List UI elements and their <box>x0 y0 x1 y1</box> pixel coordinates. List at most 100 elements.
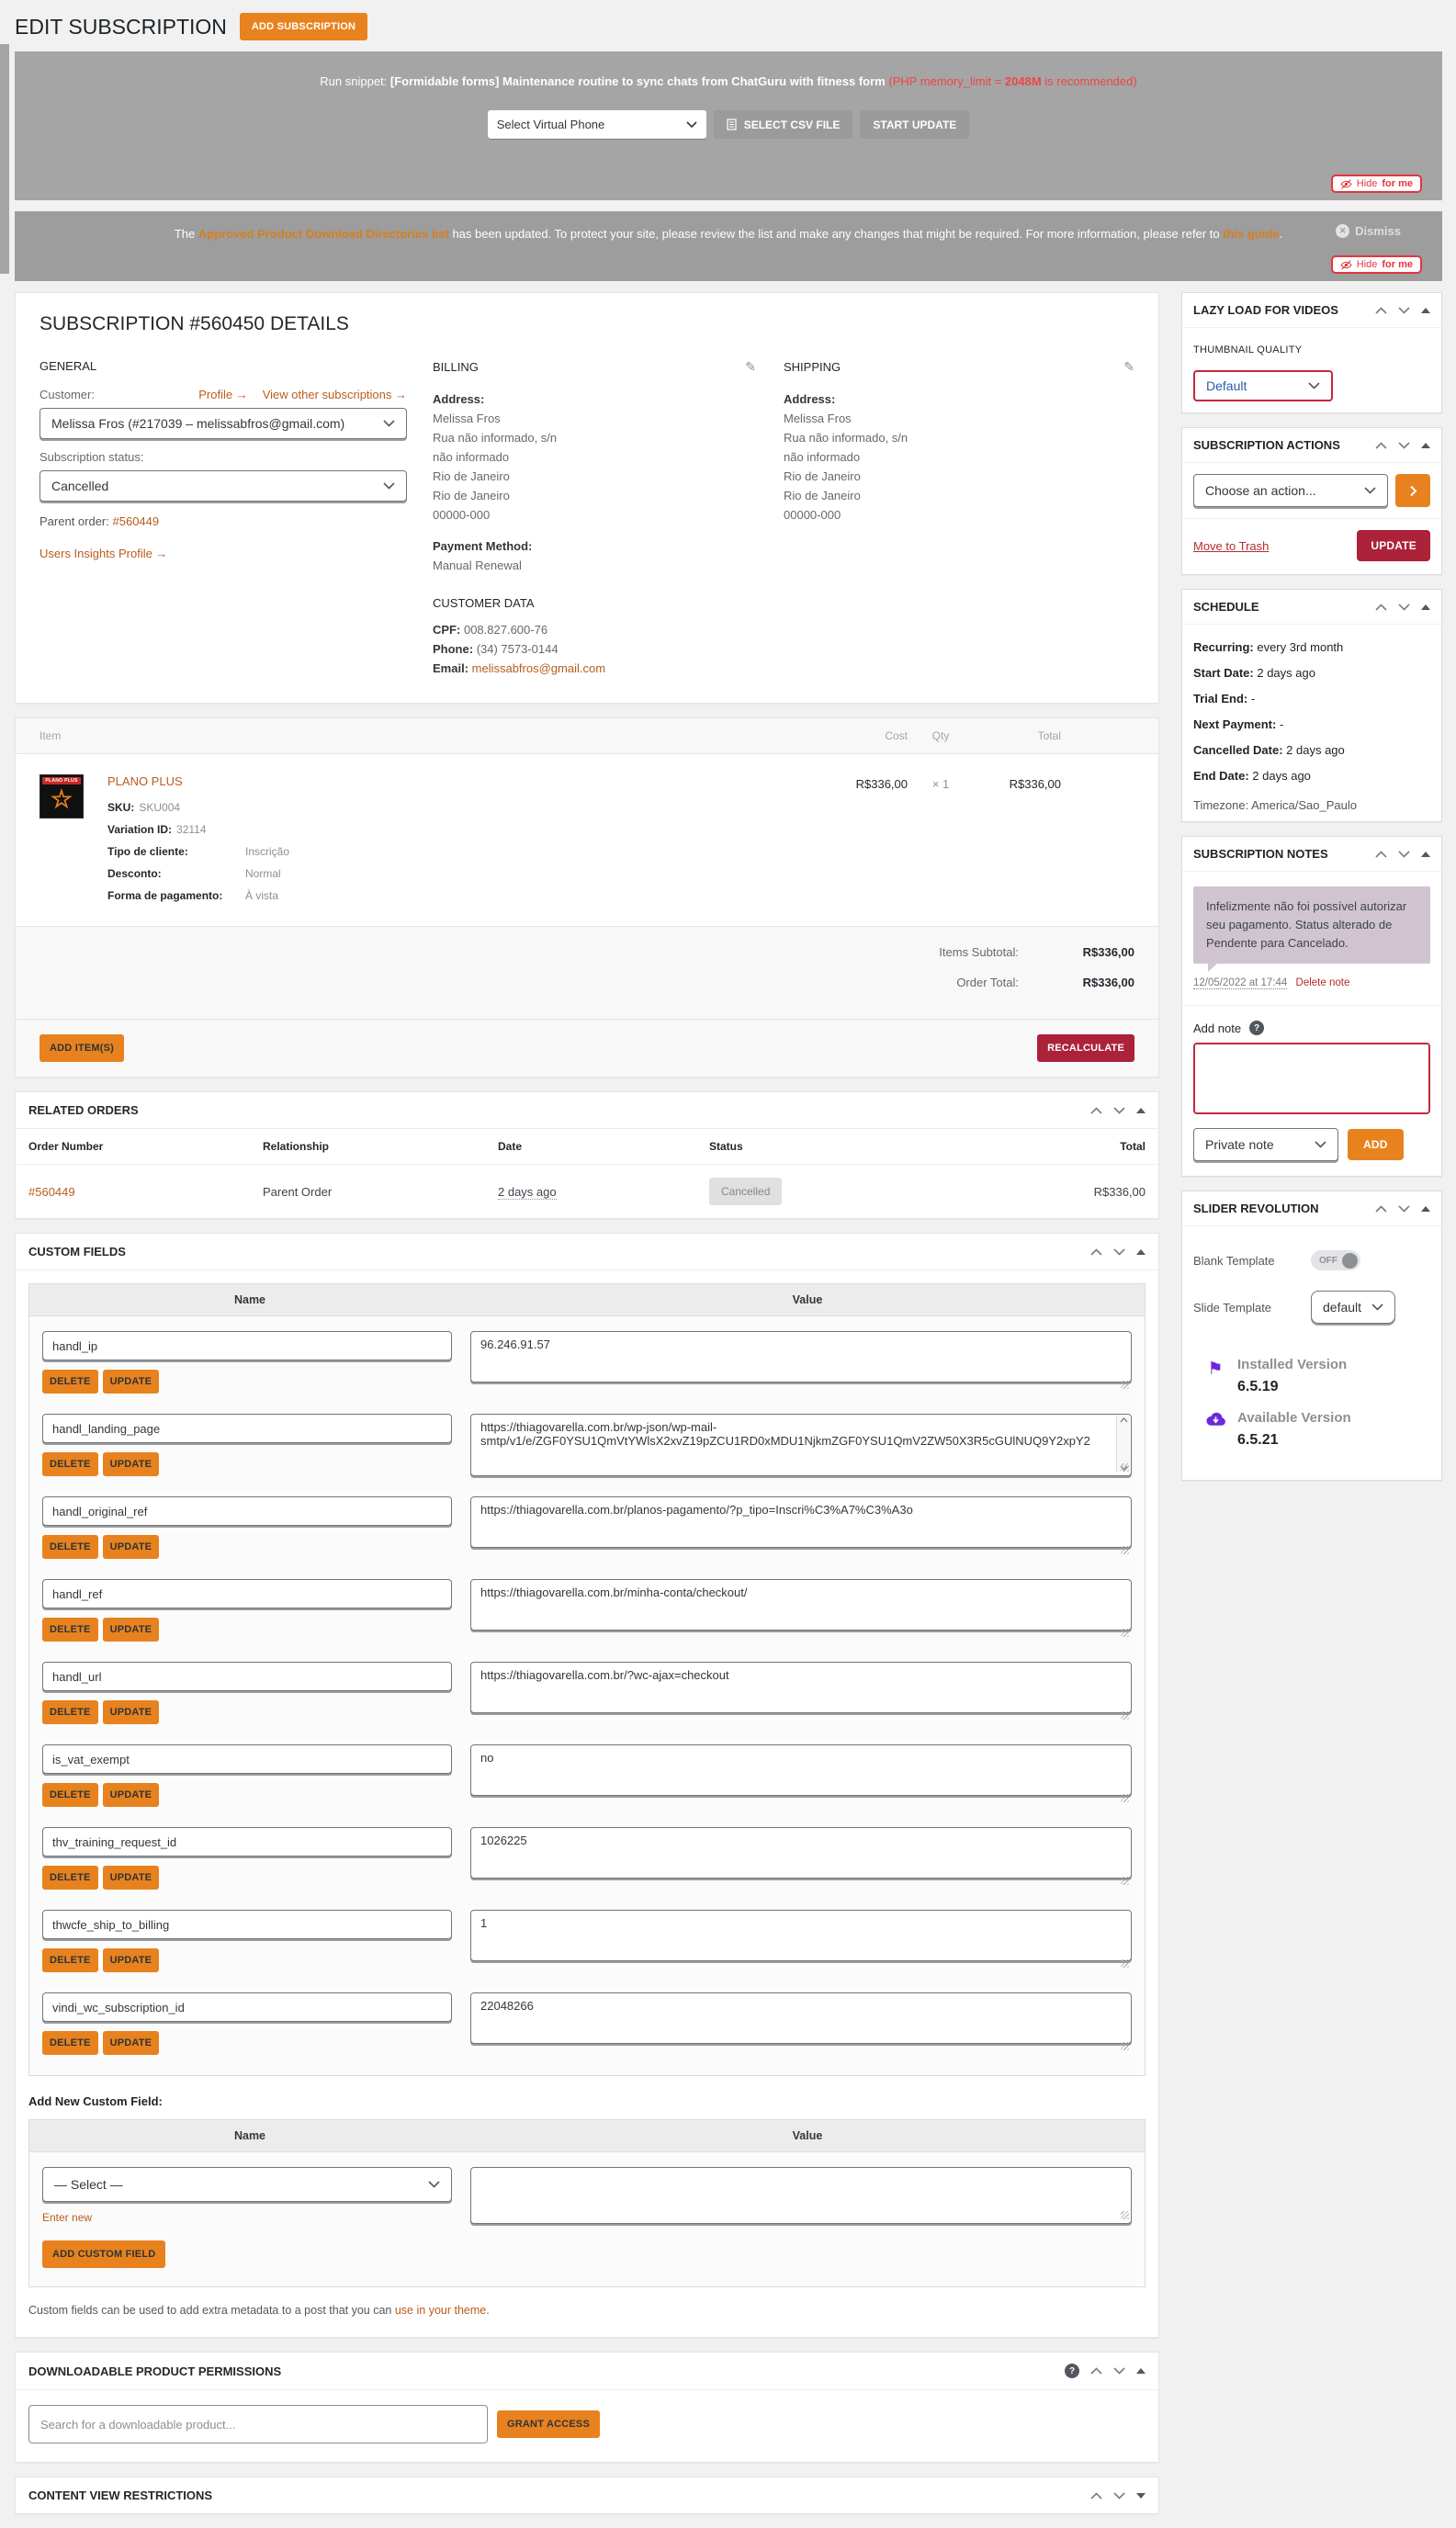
custom-field-name-input[interactable] <box>42 1579 452 1609</box>
custom-field-value-textarea[interactable]: 96.246.91.57 <box>470 1331 1132 1383</box>
collapse-toggle-icon[interactable] <box>1421 442 1430 448</box>
collapse-toggle-icon[interactable] <box>1136 2492 1146 2499</box>
collapse-toggle-icon[interactable] <box>1421 307 1430 313</box>
move-up-icon[interactable] <box>1375 1205 1387 1213</box>
slide-template-select[interactable]: default <box>1311 1291 1395 1325</box>
customer-select[interactable]: Melissa Fros (#217039 – melissabfros@gma… <box>40 408 407 439</box>
resize-handle[interactable] <box>1121 1463 1129 1473</box>
note-type-select[interactable]: Private note <box>1193 1128 1338 1162</box>
add-items-button[interactable]: ADD ITEM(S) <box>40 1034 125 1063</box>
custom-field-value-textarea[interactable]: 22048266 <box>470 1992 1132 2045</box>
grant-access-button[interactable]: GRANT ACCESS <box>497 2410 600 2439</box>
add-custom-field-button[interactable]: ADD CUSTOM FIELD <box>42 2240 166 2269</box>
delete-custom-field-button[interactable]: DELETE <box>42 1535 98 1560</box>
approved-directories-link[interactable]: Approved Product Download Directories li… <box>198 227 449 241</box>
view-other-subscriptions-link[interactable]: View other subscriptions → <box>263 388 407 401</box>
product-name-link[interactable]: PLANO PLUS <box>107 774 183 788</box>
hide-for-me-button[interactable]: Hide for me <box>1330 255 1422 274</box>
custom-field-name-input[interactable] <box>42 1910 452 1940</box>
collapse-toggle-icon[interactable] <box>1136 1248 1146 1255</box>
resize-handle[interactable] <box>1121 1711 1129 1721</box>
select-csv-file-button[interactable]: SELECT CSV FILE <box>713 110 853 139</box>
delete-custom-field-button[interactable]: DELETE <box>42 1948 98 1973</box>
subscription-status-select[interactable]: Cancelled <box>40 470 407 502</box>
move-up-icon[interactable] <box>1375 306 1387 314</box>
question-circle-icon[interactable] <box>1249 1021 1265 1036</box>
update-button[interactable]: UPDATE <box>1357 530 1430 561</box>
email-link[interactable]: melissabfros@gmail.com <box>472 661 605 675</box>
custom-field-name-select[interactable]: — Select — <box>42 2167 452 2203</box>
delete-custom-field-button[interactable]: DELETE <box>42 1700 98 1725</box>
collapse-toggle-icon[interactable] <box>1421 851 1430 857</box>
move-up-icon[interactable] <box>1090 2492 1102 2500</box>
order-date[interactable]: 2 days ago <box>498 1184 557 1200</box>
update-custom-field-button[interactable]: UPDATE <box>102 1370 160 1394</box>
delete-custom-field-button[interactable]: DELETE <box>42 1370 98 1394</box>
move-up-icon[interactable] <box>1375 850 1387 858</box>
delete-custom-field-button[interactable]: DELETE <box>42 1866 98 1890</box>
edit-shipping-pencil-icon[interactable] <box>1123 359 1134 375</box>
update-custom-field-button[interactable]: UPDATE <box>102 1948 160 1973</box>
custom-field-value-textarea[interactable]: https://thiagovarella.com.br/planos-paga… <box>470 1496 1132 1549</box>
move-down-icon[interactable] <box>1113 2367 1125 2375</box>
move-up-icon[interactable] <box>1375 603 1387 611</box>
virtual-phone-select[interactable]: Select Virtual Phone <box>487 110 706 139</box>
collapse-toggle-icon[interactable] <box>1136 2368 1146 2375</box>
hide-for-me-button[interactable]: Hide for me <box>1330 175 1422 193</box>
resize-handle[interactable] <box>1121 1877 1129 1886</box>
update-custom-field-button[interactable]: UPDATE <box>102 1783 160 1808</box>
resize-handle[interactable] <box>1121 1959 1129 1969</box>
move-down-icon[interactable] <box>1398 441 1410 449</box>
blank-template-toggle[interactable]: OFF <box>1311 1250 1360 1271</box>
users-insights-profile-link[interactable]: Users Insights Profile → <box>40 547 167 560</box>
recalculate-button[interactable]: RECALCULATE <box>1037 1034 1134 1063</box>
resize-handle[interactable] <box>1121 1629 1129 1638</box>
add-note-button[interactable]: ADD <box>1348 1129 1404 1161</box>
move-down-icon[interactable] <box>1113 1107 1125 1114</box>
question-circle-icon[interactable] <box>1065 2364 1079 2379</box>
delete-custom-field-button[interactable]: DELETE <box>42 1618 98 1642</box>
collapse-toggle-icon[interactable] <box>1136 1107 1146 1113</box>
delete-custom-field-button[interactable]: DELETE <box>42 1452 98 1477</box>
downloadable-product-search-input[interactable] <box>28 2405 488 2444</box>
add-subscription-button[interactable]: ADD SUBSCRIPTION <box>239 13 368 40</box>
custom-field-name-input[interactable] <box>42 1662 452 1692</box>
collapse-toggle-icon[interactable] <box>1421 1205 1430 1212</box>
update-custom-field-button[interactable]: UPDATE <box>102 1535 160 1560</box>
new-custom-field-value-textarea[interactable] <box>470 2167 1132 2225</box>
resize-handle[interactable] <box>1121 1381 1129 1390</box>
move-up-icon[interactable] <box>1090 1107 1102 1114</box>
update-custom-field-button[interactable]: UPDATE <box>102 1618 160 1642</box>
update-custom-field-button[interactable]: UPDATE <box>102 1452 160 1477</box>
custom-field-value-textarea[interactable]: https://thiagovarella.com.br/?wc-ajax=ch… <box>470 1662 1132 1714</box>
profile-link[interactable]: Profile → <box>198 388 247 401</box>
custom-field-value-textarea[interactable]: 1 <box>470 1910 1132 1962</box>
resize-handle[interactable] <box>1121 2042 1129 2051</box>
move-down-icon[interactable] <box>1398 1205 1410 1213</box>
delete-note-link[interactable]: Delete note <box>1296 977 1350 988</box>
apply-action-button[interactable] <box>1395 474 1430 507</box>
custom-field-name-input[interactable] <box>42 1331 452 1361</box>
custom-field-value-textarea[interactable]: 1026225 <box>470 1827 1132 1879</box>
add-note-textarea[interactable] <box>1193 1043 1430 1115</box>
dismiss-button[interactable]: Dismiss <box>1336 224 1401 238</box>
parent-order-link[interactable]: #560449 <box>113 514 160 528</box>
note-date[interactable]: 12/05/2022 at 17:44 <box>1193 977 1288 990</box>
move-to-trash-link[interactable]: Move to Trash <box>1193 539 1269 553</box>
custom-field-name-input[interactable] <box>42 1414 452 1444</box>
related-order-link[interactable]: #560449 <box>28 1185 75 1199</box>
scroll-up-icon[interactable] <box>1120 1417 1128 1423</box>
move-up-icon[interactable] <box>1090 2367 1102 2375</box>
custom-field-value-textarea[interactable]: no <box>470 1744 1132 1797</box>
move-down-icon[interactable] <box>1113 1248 1125 1256</box>
move-up-icon[interactable] <box>1090 1248 1102 1256</box>
resize-handle[interactable] <box>1121 1546 1129 1555</box>
choose-action-select[interactable]: Choose an action... <box>1193 474 1388 507</box>
edit-billing-pencil-icon[interactable] <box>745 359 756 375</box>
custom-field-value-textarea[interactable]: https://thiagovarella.com.br/wp-json/wp-… <box>470 1414 1132 1477</box>
this-guide-link[interactable]: this guide <box>1223 227 1279 241</box>
move-up-icon[interactable] <box>1375 441 1387 449</box>
move-down-icon[interactable] <box>1398 603 1410 611</box>
update-custom-field-button[interactable]: UPDATE <box>102 1700 160 1725</box>
custom-field-name-input[interactable] <box>42 1496 452 1527</box>
